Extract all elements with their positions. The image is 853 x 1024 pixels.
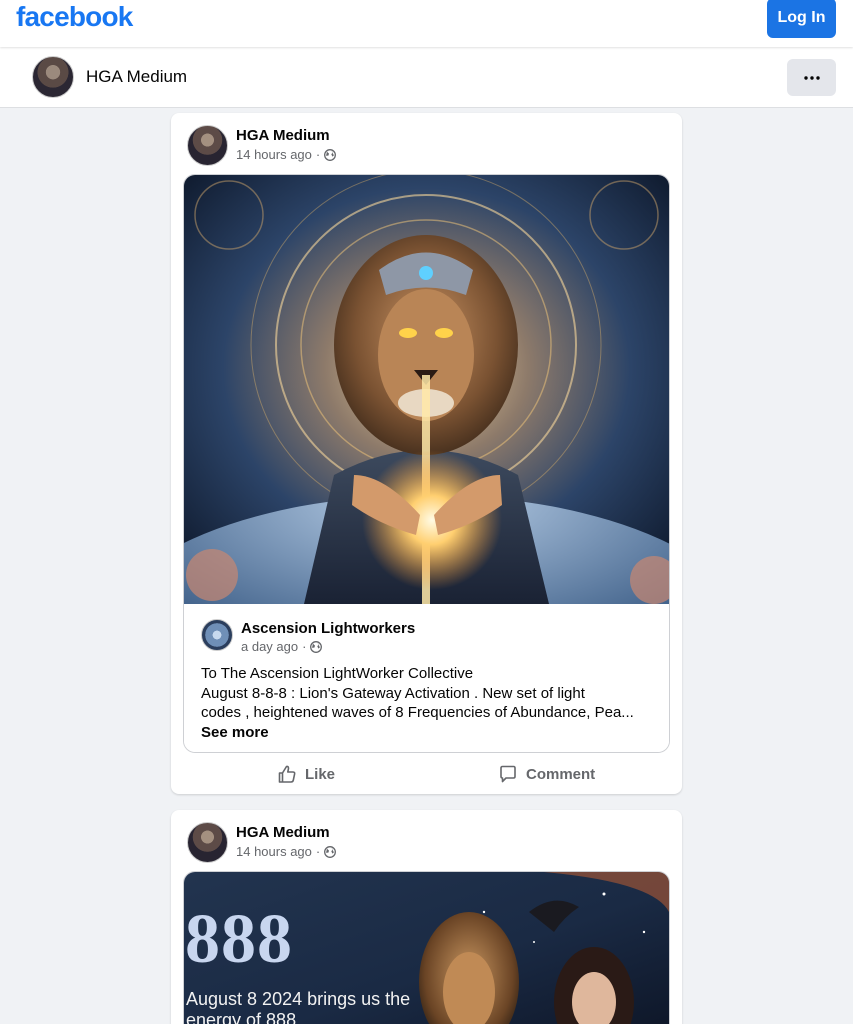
- post-actions: Like Comment: [171, 758, 682, 790]
- comment-icon: [500, 765, 516, 783]
- shared-text-line: August 8-8-8 : Lion's Gateway Activation…: [201, 684, 585, 702]
- lion-artwork-image[interactable]: [184, 175, 669, 604]
- like-label: Like: [305, 765, 336, 783]
- post-meta: 14 hours ago ·: [236, 147, 337, 162]
- more-horizontal-icon: [803, 75, 820, 80]
- shared-post-text: To The Ascension LightWorker Collective …: [201, 664, 656, 742]
- globe-icon: [310, 640, 323, 653]
- image-caption-line: energy of 888: [186, 1010, 297, 1024]
- shared-meta: a day ago ·: [241, 639, 323, 654]
- post-time[interactable]: 14 hours ago: [236, 147, 312, 162]
- comment-button[interactable]: Comment: [498, 758, 595, 790]
- author-avatar[interactable]: [187, 822, 228, 863]
- login-button[interactable]: Log In: [767, 0, 836, 38]
- page-header: HGA Medium: [0, 47, 853, 108]
- shared-text-line: codes , heightened waves of 8 Frequencie…: [201, 704, 634, 721]
- shared-post-body: Ascension Lightworkers a day ago · To Th…: [184, 604, 669, 752]
- globe-icon: [324, 148, 337, 161]
- shared-post-card[interactable]: Ascension Lightworkers a day ago · To Th…: [183, 174, 670, 753]
- shared-text-line: To The Ascension LightWorker Collective: [201, 665, 474, 682]
- thumbs-up-icon: [278, 765, 296, 783]
- globe-icon: [324, 845, 337, 858]
- page-name[interactable]: HGA Medium: [86, 67, 187, 87]
- image-caption-text: August 8 2024 brings us the energy of 88…: [186, 989, 410, 1024]
- author-avatar[interactable]: [187, 125, 228, 166]
- top-bar: facebook Log In: [0, 0, 853, 47]
- comment-label: Comment: [526, 765, 596, 783]
- page-avatar[interactable]: [32, 56, 74, 98]
- post-card: HGA Medium 14 hours ago ·: [171, 810, 682, 1024]
- like-button[interactable]: Like: [277, 758, 335, 790]
- see-more-link[interactable]: See more: [201, 723, 269, 743]
- shared-author[interactable]: Ascension Lightworkers: [241, 620, 415, 637]
- post-card: HGA Medium 14 hours ago ·: [171, 113, 682, 794]
- facebook-logo[interactable]: facebook: [16, 1, 133, 33]
- post-author[interactable]: HGA Medium: [236, 127, 330, 144]
- image-number-text: 888: [185, 901, 293, 978]
- more-options-button[interactable]: [787, 59, 836, 96]
- post-time[interactable]: 14 hours ago: [236, 844, 312, 859]
- image-caption-line: August 8 2024 brings us the: [186, 989, 411, 1009]
- shared-time[interactable]: a day ago: [241, 639, 298, 654]
- shared-author-avatar[interactable]: [201, 619, 233, 651]
- post-author[interactable]: HGA Medium: [236, 824, 330, 841]
- post-image-card[interactable]: 888 August 8 2024 brings us the energy o…: [183, 871, 670, 1024]
- post-meta: 14 hours ago ·: [236, 844, 337, 859]
